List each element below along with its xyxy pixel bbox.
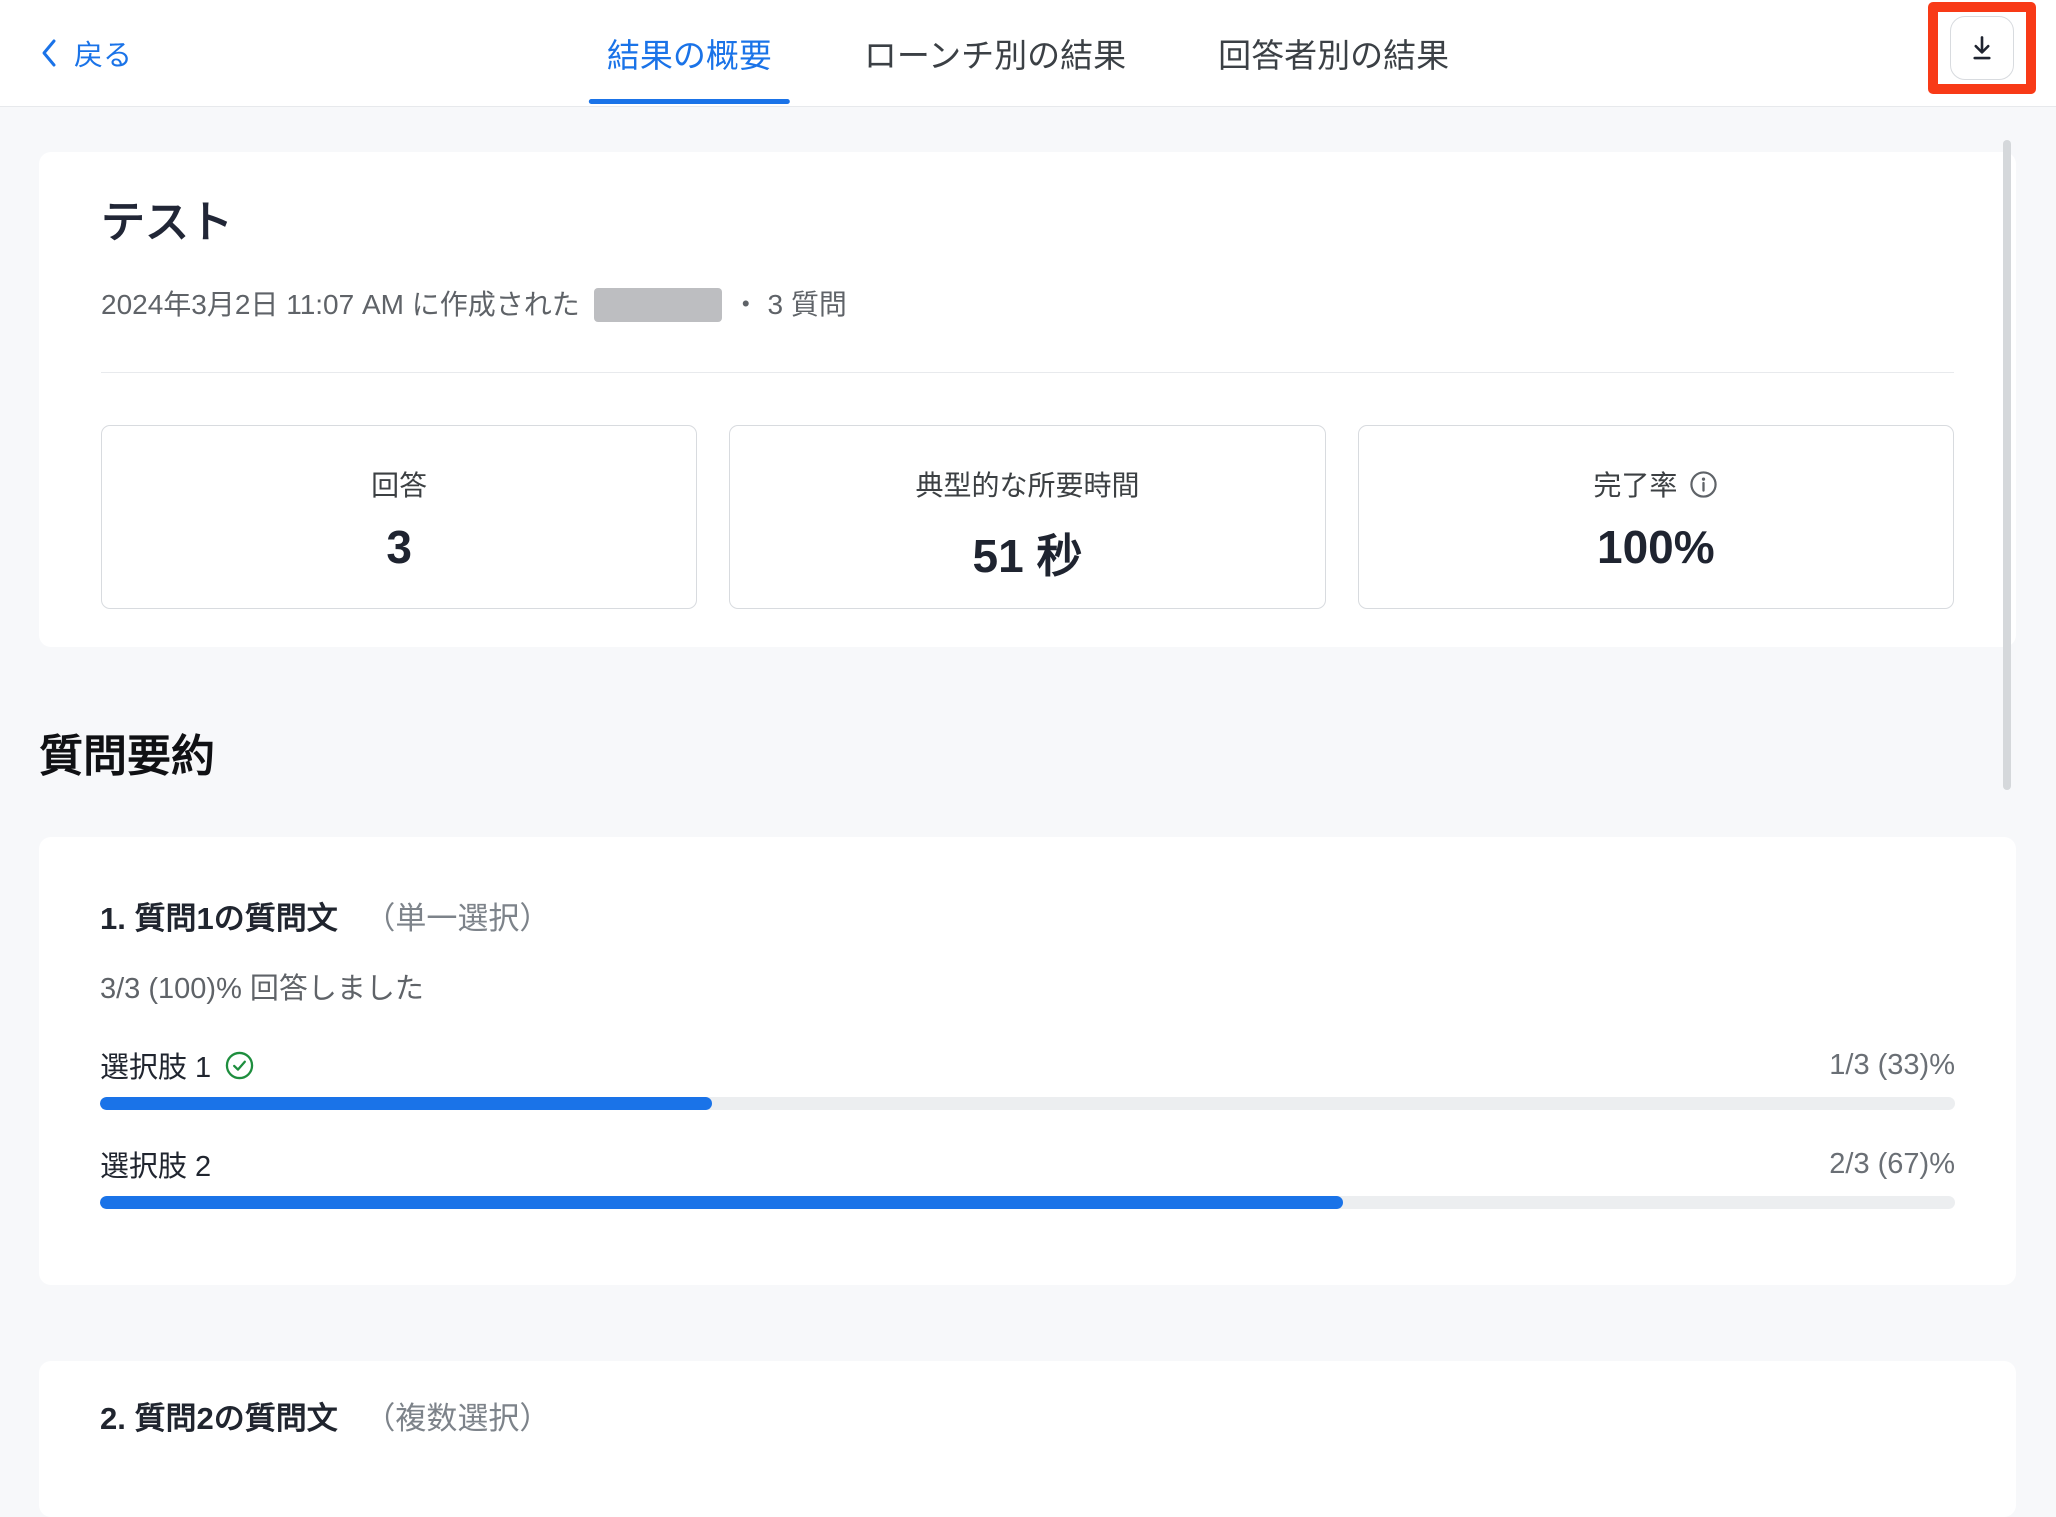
stat-card-completion-rate: 完了率 100% [1358, 425, 1954, 609]
active-tab-underline [589, 99, 790, 104]
option-row: 選択肢 1 1/3 (33)% [100, 1045, 1955, 1085]
question-type: （複数選択） [364, 1401, 550, 1436]
chevron-left-icon [40, 38, 58, 68]
stat-label: 回答 [371, 464, 427, 504]
download-icon [1967, 33, 1997, 63]
stat-value: 51 秒 [973, 520, 1083, 586]
question-count-text: ・ 3 質問 [732, 285, 847, 325]
tab-label: 回答者別の結果 [1218, 29, 1449, 77]
info-icon[interactable] [1689, 470, 1718, 499]
survey-meta: 2024年3月2日 11:07 AM に作成された ・ 3 質問 [101, 285, 1954, 325]
question-type: （単一選択） [364, 901, 550, 936]
tab-results-by-respondent[interactable]: 回答者別の結果 [1200, 0, 1467, 106]
survey-overview-card: テスト 2024年3月2日 11:07 AM に作成された ・ 3 質問 回答 … [39, 152, 2016, 647]
vertical-scrollbar-thumb[interactable] [2003, 140, 2011, 790]
option-row: 選択肢 2 2/3 (67)% [100, 1144, 1955, 1184]
stats-row: 回答 3 典型的な所要時間 51 秒 完了率 [101, 425, 1954, 609]
question-title-row: 1. 質問1の質問文 （単一選択） [100, 897, 1955, 941]
stat-label: 完了率 [1593, 464, 1718, 504]
tab-results-by-launch[interactable]: ローンチ別の結果 [846, 0, 1144, 106]
correct-answer-check-icon [225, 1051, 254, 1080]
question-title-row: 2. 質問2の質問文 （複数選択） [100, 1397, 1955, 1441]
back-button[interactable]: 戻る [40, 0, 132, 106]
redacted-author-chip [594, 288, 722, 322]
divider [101, 372, 1954, 373]
progress-bar-track [100, 1196, 1955, 1209]
progress-bar-track [100, 1097, 1955, 1110]
option-result-value: 2/3 (67)% [1829, 1148, 1955, 1181]
results-overview-page: テスト 2024年3月2日 11:07 AM に作成された ・ 3 質問 回答 … [0, 152, 2056, 1517]
stat-label: 典型的な所要時間 [915, 464, 1139, 504]
survey-title: テスト [101, 197, 1954, 249]
red-highlight-box [1928, 2, 2036, 94]
answered-summary: 3/3 (100)% 回答しました [100, 969, 1955, 1009]
tab-bar: 結果の概要 ローンチ別の結果 回答者別の結果 [589, 0, 1467, 106]
progress-bar-fill [100, 1097, 712, 1110]
stat-value: 100% [1597, 520, 1715, 574]
stat-value: 3 [386, 520, 412, 574]
tab-results-overview[interactable]: 結果の概要 [589, 0, 790, 106]
created-text: 2024年3月2日 11:07 AM に作成された [101, 285, 580, 325]
option-result-value: 1/3 (33)% [1829, 1049, 1955, 1082]
option-label: 選択肢 1 [100, 1044, 254, 1086]
tab-label: ローンチ別の結果 [864, 29, 1126, 77]
header: 戻る 結果の概要 ローンチ別の結果 回答者別の結果 [0, 0, 2056, 107]
question-title: 2. 質問2の質問文 [100, 1401, 338, 1436]
download-button[interactable] [1950, 16, 2014, 80]
stat-card-responses: 回答 3 [101, 425, 697, 609]
question-card-2: 2. 質問2の質問文 （複数選択） [39, 1361, 2016, 1517]
stat-card-typical-time: 典型的な所要時間 51 秒 [729, 425, 1325, 609]
section-heading: 質問要約 [39, 731, 2056, 783]
option-label: 選択肢 2 [100, 1143, 211, 1185]
question-card-1: 1. 質問1の質問文 （単一選択） 3/3 (100)% 回答しました 選択肢 … [39, 837, 2016, 1285]
progress-bar-fill [100, 1196, 1343, 1209]
tab-label: 結果の概要 [607, 29, 772, 77]
question-title: 1. 質問1の質問文 [100, 901, 338, 936]
back-label: 戻る [74, 32, 132, 74]
